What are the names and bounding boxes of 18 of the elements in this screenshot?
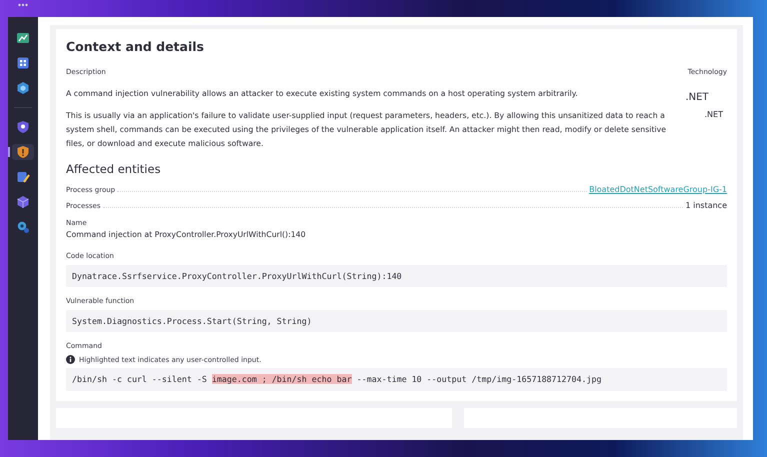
shield-icon (16, 120, 30, 134)
code-block: System.Diagnostics.Process.Start(String, String) (66, 310, 727, 332)
grid-icon (16, 56, 30, 70)
menu-dots-icon[interactable] (18, 3, 28, 7)
warning-shield-icon (16, 145, 30, 159)
notepad-icon (16, 170, 30, 184)
technology-label: .NET (704, 108, 724, 120)
technology-label: .NET (684, 90, 710, 104)
cube-icon (16, 195, 30, 209)
section-title: Affected entities (66, 160, 162, 178)
command-block: /bin/sh -c curl --silent -S image.com ; /bin/sh echo bar --max-time 10 --output /tmp/img-1657188712704.jpg (66, 368, 727, 391)
chart-icon (16, 31, 30, 45)
info-icon (66, 355, 75, 364)
hexagon-icon (16, 81, 30, 95)
code-block: Dynatrace.Ssrfservice.ProxyController.ProxyUrlWithCurl(String):140 (66, 264, 727, 288)
property-value: 1 instance (685, 200, 727, 212)
process-group-link[interactable]: BloatedDotNetSoftwareGroup-IG-1 (589, 184, 727, 196)
section-title: Context and details (66, 39, 205, 54)
